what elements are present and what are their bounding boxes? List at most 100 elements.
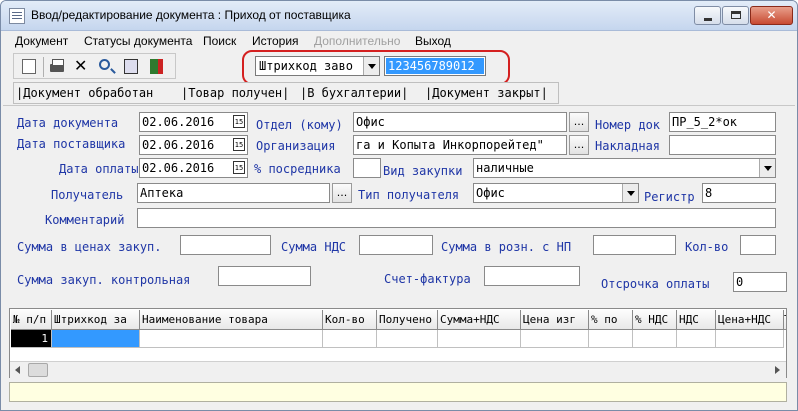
column-header-barcode[interactable]: Штрихкод за bbox=[52, 310, 140, 330]
goods-table[interactable]: № п/п Штрихкод за Наименование товара Ко… bbox=[9, 308, 787, 378]
table-row-number[interactable]: 1 bbox=[11, 330, 52, 348]
table-cell-barcode[interactable] bbox=[52, 330, 140, 348]
status-closed-button[interactable]: |Документ закрыт| bbox=[425, 86, 548, 100]
menu-document-statuses[interactable]: Статусы документа bbox=[84, 34, 192, 48]
status-accounting-button[interactable]: |В бухгалтерии| bbox=[300, 86, 408, 100]
table-cell-received[interactable] bbox=[377, 330, 438, 348]
menu-exit[interactable]: Выход bbox=[415, 34, 451, 48]
comment-field[interactable] bbox=[137, 208, 776, 228]
menu-history[interactable]: История bbox=[252, 34, 299, 48]
horizontal-scrollbar[interactable] bbox=[10, 361, 786, 378]
column-header-received[interactable]: Получено bbox=[377, 310, 438, 330]
barcode-input[interactable]: 123456789012 bbox=[384, 56, 486, 76]
barcode-mode-select[interactable]: Штрихкод заво bbox=[255, 56, 380, 76]
intermediary-field[interactable] bbox=[353, 158, 381, 178]
purchase-type-select[interactable]: наличные bbox=[473, 158, 776, 178]
hint-bar bbox=[9, 382, 787, 402]
purchase-type-label: Вид закупки bbox=[383, 164, 463, 178]
table-cell-product-name[interactable] bbox=[140, 330, 323, 348]
column-header-price-vat[interactable]: Цена+НДС bbox=[716, 310, 784, 330]
sum-control-field[interactable] bbox=[218, 266, 311, 286]
quantity-field[interactable] bbox=[740, 235, 776, 255]
recipient-type-select[interactable]: Офис bbox=[473, 183, 639, 203]
invoice-field[interactable] bbox=[669, 135, 776, 155]
column-header-manufacturer-price[interactable]: Цена изг bbox=[521, 310, 589, 330]
table-cell-price-vat[interactable] bbox=[716, 330, 784, 348]
purchase-type-dropdown-button[interactable] bbox=[759, 159, 775, 177]
table-cell-vat[interactable] bbox=[677, 330, 716, 348]
doc-number-label: Номер док bbox=[595, 118, 661, 132]
close-icon: ✕ bbox=[766, 8, 777, 22]
close-button[interactable]: ✕ bbox=[750, 6, 793, 25]
exit-button[interactable] bbox=[146, 57, 168, 77]
minimize-button[interactable] bbox=[694, 6, 721, 25]
column-header-percent[interactable]: % по bbox=[589, 310, 633, 330]
column-header-product-name[interactable]: Наименование товара bbox=[140, 310, 323, 330]
sum-purchase-label: Сумма в ценах закуп. bbox=[17, 240, 162, 254]
department-field[interactable]: Офис bbox=[353, 112, 567, 132]
doc-date-field[interactable]: 02.06.2016 15 bbox=[139, 112, 248, 132]
payment-date-label: Дата оплаты bbox=[59, 162, 139, 176]
table-cell-quantity[interactable] bbox=[323, 330, 377, 348]
doc-number-field[interactable]: ПР_5_2*ок bbox=[669, 112, 776, 132]
column-header-sum-vat[interactable]: Сумма+НДС bbox=[438, 310, 521, 330]
invoice-label: Накладная bbox=[595, 139, 661, 153]
title-bar[interactable]: Ввод/редактирование документа : Приход о… bbox=[1, 1, 797, 31]
calendar-icon[interactable]: 15 bbox=[233, 138, 245, 151]
table-cell-manufacturer-price[interactable] bbox=[521, 330, 589, 348]
column-header-vat[interactable]: НДС bbox=[677, 310, 716, 330]
maximize-button[interactable] bbox=[722, 6, 749, 25]
scroll-right-icon[interactable] bbox=[769, 362, 786, 378]
column-header-extra[interactable]: Т bbox=[784, 310, 787, 330]
organization-browse-button[interactable]: ... bbox=[569, 135, 589, 155]
menu-document[interactable]: Документ bbox=[15, 34, 68, 48]
sum-vat-label: Сумма НДС bbox=[281, 240, 347, 254]
document-status-bar: |Документ обработан |Товар получен| |В б… bbox=[13, 82, 559, 104]
quantity-label: Кол-во bbox=[685, 240, 729, 254]
status-processed-button[interactable]: |Документ обработан bbox=[16, 86, 153, 100]
payment-delay-field[interactable]: 0 bbox=[733, 272, 787, 292]
register-field[interactable]: 8 bbox=[702, 183, 776, 203]
table-cell-vat-percent[interactable] bbox=[633, 330, 677, 348]
sum-purchase-field[interactable] bbox=[180, 235, 271, 255]
chevron-down-icon bbox=[627, 191, 635, 196]
calendar-icon[interactable]: 15 bbox=[233, 161, 245, 174]
delete-button[interactable]: ✕ bbox=[70, 57, 92, 77]
recipient-type-value: Офис bbox=[476, 186, 505, 200]
scroll-left-icon[interactable] bbox=[10, 362, 27, 378]
barcode-mode-dropdown-button[interactable] bbox=[363, 57, 379, 75]
column-header-quantity[interactable]: Кол-во bbox=[323, 310, 377, 330]
organization-field[interactable]: га и Копыта Инкорпорейтед" bbox=[353, 135, 567, 155]
table-cell-sum-vat[interactable] bbox=[438, 330, 521, 348]
column-header-vat-percent[interactable]: % НДС bbox=[633, 310, 677, 330]
recipient-field[interactable]: Аптека bbox=[137, 183, 330, 203]
edit-button[interactable] bbox=[120, 57, 142, 77]
window-title: Ввод/редактирование документа : Приход о… bbox=[31, 8, 351, 22]
recipient-type-dropdown-button[interactable] bbox=[622, 184, 638, 202]
invoice-factura-field[interactable] bbox=[484, 266, 580, 286]
menu-search[interactable]: Поиск bbox=[203, 34, 236, 48]
recipient-browse-button[interactable]: ... bbox=[332, 183, 352, 203]
department-browse-button[interactable]: ... bbox=[569, 112, 589, 132]
calendar-icon[interactable]: 15 bbox=[233, 115, 245, 128]
barcode-input-value: 123456789012 bbox=[386, 58, 484, 74]
sum-retail-label: Сумма в розн. с НП bbox=[441, 240, 572, 254]
supplier-date-label: Дата поставщика bbox=[17, 137, 126, 151]
search-button[interactable] bbox=[95, 57, 117, 77]
table-cell-percent[interactable] bbox=[589, 330, 633, 348]
print-button[interactable] bbox=[46, 57, 68, 77]
invoice-factura-label: Счет-фактура bbox=[384, 272, 471, 286]
purchase-type-value: наличные bbox=[476, 161, 534, 175]
payment-date-field[interactable]: 02.06.2016 15 bbox=[139, 158, 248, 178]
sum-vat-field[interactable] bbox=[359, 235, 433, 255]
supplier-date-field[interactable]: 02.06.2016 15 bbox=[139, 135, 248, 155]
new-document-button[interactable] bbox=[18, 57, 40, 77]
scroll-thumb[interactable] bbox=[28, 363, 48, 377]
department-label: Отдел (кому) bbox=[256, 118, 343, 132]
status-received-button[interactable]: |Товар получен| bbox=[181, 86, 289, 100]
column-header-row-number[interactable]: № п/п bbox=[11, 310, 52, 330]
sum-control-label: Сумма закуп. контрольная bbox=[17, 273, 191, 287]
sum-retail-field[interactable] bbox=[593, 235, 676, 255]
intermediary-label: % посредника bbox=[254, 162, 341, 176]
menu-additional: Дополнительно bbox=[314, 34, 401, 48]
